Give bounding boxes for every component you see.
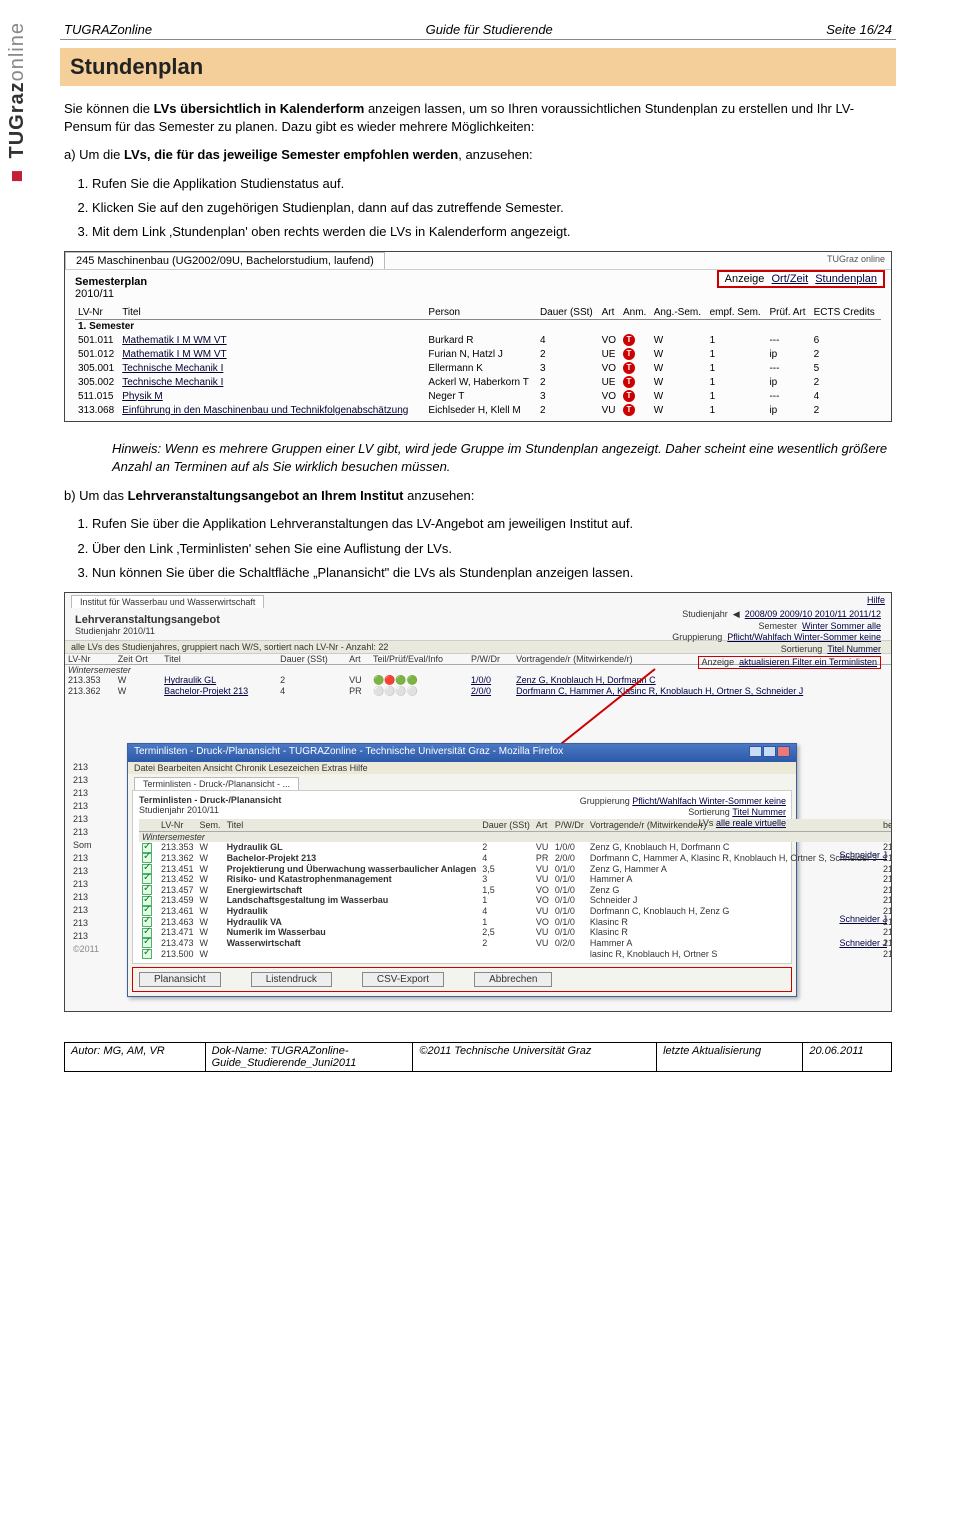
table-row: 511.015Physik MNeger T 3VOT W1---4 — [75, 389, 881, 403]
browser-menu[interactable]: Datei Bearbeiten Ansicht Chronik Lesezei… — [128, 762, 796, 774]
minimize-icon — [749, 746, 762, 757]
anzeige-row-highlight: Anzeige aktualisieren Filter ein Terminl… — [698, 656, 881, 670]
step-item: Mit dem Link ‚Stundenplan' oben rechts w… — [92, 223, 892, 241]
listendruck-button[interactable]: Listendruck — [251, 972, 332, 987]
table-row: 213.500W lasinc R, Knoblauch H, Ortner S… — [139, 948, 892, 959]
page-header: TUGRAZonline Guide für Studierende Seite… — [60, 20, 896, 40]
table-row: 213.471WNumerik im Wasserbau2,5VU 0/1/0K… — [139, 927, 892, 938]
intro-paragraph: Sie können die LVs übersichtlich in Kale… — [64, 100, 892, 136]
popup-tab[interactable]: Terminlisten - Druck-/Planansicht - ... — [134, 777, 299, 790]
popup-filter: Gruppierung Pflicht/Wahlfach Winter-Somm… — [580, 796, 786, 830]
section-a-steps: Rufen Sie die Applikation Studienstatus … — [92, 175, 892, 242]
table-row: 213.353WHydraulik GL2VU 1/0/0Zenz G, Kno… — [139, 842, 892, 853]
vertical-brand-logo: TUGrazonline — [6, 22, 29, 181]
step-item: Rufen Sie die Applikation Studienstatus … — [92, 175, 892, 193]
register-t-icon: T — [623, 390, 635, 402]
table-row: 213.362WBachelor-Projekt 2134PR 2/0/0Dor… — [139, 853, 892, 864]
window-buttons[interactable] — [748, 746, 790, 760]
close-icon — [777, 746, 790, 757]
filter-panel: Studienjahr ◀ 2008/09 2009/10 2010/11 20… — [672, 609, 881, 669]
step-item: Klicken Sie auf den zugehörigen Studienp… — [92, 199, 892, 217]
table-row: 313.068Einführung in den Maschinenbau un… — [75, 403, 881, 417]
logo-square-icon — [12, 171, 22, 181]
popup-title: Terminlisten - Druck-/Planansicht - TUGR… — [134, 746, 563, 760]
popup-button-row-highlight: Planansicht Listendruck CSV-Export Abbre… — [132, 967, 792, 992]
register-t-icon: T — [623, 404, 635, 416]
behind-popup-lvnrs: 213213213213213213 Som 21321321321321321… — [73, 761, 99, 956]
table-row: 213.459WLandschaftsgestaltung im Wasserb… — [139, 895, 892, 906]
study-tab[interactable]: 245 Maschinenbau (UG2002/09U, Bachelorst… — [65, 252, 385, 269]
planansicht-button[interactable]: Planansicht — [139, 972, 221, 987]
link-stundenplan[interactable]: Stundenplan — [815, 273, 877, 285]
step-item: Nun können Sie über die Schaltfläche „Pl… — [92, 564, 892, 582]
row-checkbox[interactable] — [142, 949, 152, 959]
csv-export-button[interactable]: CSV-Export — [362, 972, 444, 987]
section-heading: Stundenplan — [60, 48, 896, 86]
table-row: 213.461WHydraulik4VU 0/1/0Dorfmann C, Kn… — [139, 906, 892, 917]
step-item: Rufen Sie über die Applikation Lehrveran… — [92, 515, 892, 533]
step-item: Über den Link ‚Terminlisten' sehen Sie e… — [92, 540, 892, 558]
table-row: 213.473WWasserwirtschaft2VU 0/2/0Hammer … — [139, 938, 892, 949]
section-b-lead: b) Um das Lehrveranstaltungsangebot an I… — [64, 487, 892, 505]
abbrechen-button[interactable]: Abbrechen — [474, 972, 552, 987]
semesterplan-screenshot: 245 Maschinenbau (UG2002/09U, Bachelorst… — [64, 251, 892, 422]
register-t-icon: T — [623, 376, 635, 388]
header-center: Guide für Studierende — [426, 22, 553, 37]
lvangebot-screenshot: Institut für Wasserbau und Wasserwirtsch… — [64, 592, 892, 1012]
table-row: 213.353WHydraulik GL 2VU🟢🔴🟢🟢1/0/0 Zenz G… — [65, 675, 891, 686]
footer-table: Autor: MG, AM, VR Dok-Name: TUGRAZonline… — [64, 1042, 892, 1072]
table-row: 305.001Technische Mechanik IEllermann K … — [75, 361, 881, 375]
terminlisten-table: LV-NrSem. TitelDauer (SSt)Art P/W/DrVort… — [139, 819, 892, 959]
institute-tab[interactable]: Institut für Wasserbau und Wasserwirtsch… — [71, 595, 264, 608]
header-right: Seite 16/24 — [826, 22, 892, 37]
footer-docname: Dok-Name: TUGRAZonline-Guide_Studierende… — [205, 1042, 413, 1071]
footer-copyright: ©2011 Technische Universität Graz — [413, 1042, 657, 1071]
footer-updated-label: letzte Aktualisierung — [657, 1042, 803, 1071]
table-row: 213.452WRisiko- und Katastrophenmanageme… — [139, 874, 892, 885]
shot-brand: TUGraz online — [827, 254, 885, 264]
table-row: 213.463WHydraulik VA1VO 0/1/0Klasinc R21… — [139, 916, 892, 927]
semesterplan-table: LV-NrTitelPerson Dauer (SSt)ArtAnm. Ang.… — [75, 306, 881, 417]
help-link[interactable]: Hilfe — [867, 595, 885, 608]
link-ort-zeit[interactable]: Ort/Zeit — [771, 273, 808, 285]
maximize-icon — [763, 746, 776, 757]
section-b-steps: Rufen Sie über die Applikation Lehrveran… — [92, 515, 892, 582]
footer-updated-date: 20.06.2011 — [803, 1042, 892, 1071]
register-t-icon: T — [623, 362, 635, 374]
table-row: 213.451WProjektierung und Überwachung wa… — [139, 863, 892, 874]
terminlisten-popup: Terminlisten - Druck-/Planansicht - TUGR… — [127, 743, 797, 997]
hint-paragraph: Hinweis: Wenn es mehrere Gruppen einer L… — [112, 440, 892, 475]
header-left: TUGRAZonline — [64, 22, 152, 37]
table-row: 501.011Mathematik I M WM VTBurkard R 4VO… — [75, 333, 881, 347]
table-row: 213.457WEnergiewirtschaft1,5VO 0/1/0Zenz… — [139, 884, 892, 895]
table-row: 305.002Technische Mechanik IAckerl W, Ha… — [75, 375, 881, 389]
shot1-year: 2010/11 — [75, 288, 881, 300]
anzeige-links-highlight: Anzeige Ort/Zeit Stundenplan — [717, 270, 885, 288]
section-a-lead: a) Um die LVs, die für das jeweilige Sem… — [64, 146, 892, 164]
register-t-icon: T — [623, 348, 635, 360]
register-t-icon: T — [623, 334, 635, 346]
table-row: 213.362WBachelor-Projekt 213 4PR⚪⚪⚪⚪2/0/… — [65, 686, 891, 697]
footer-author: Autor: MG, AM, VR — [65, 1042, 206, 1071]
table-row: 501.012Mathematik I M WM VTFurian N, Hat… — [75, 347, 881, 361]
